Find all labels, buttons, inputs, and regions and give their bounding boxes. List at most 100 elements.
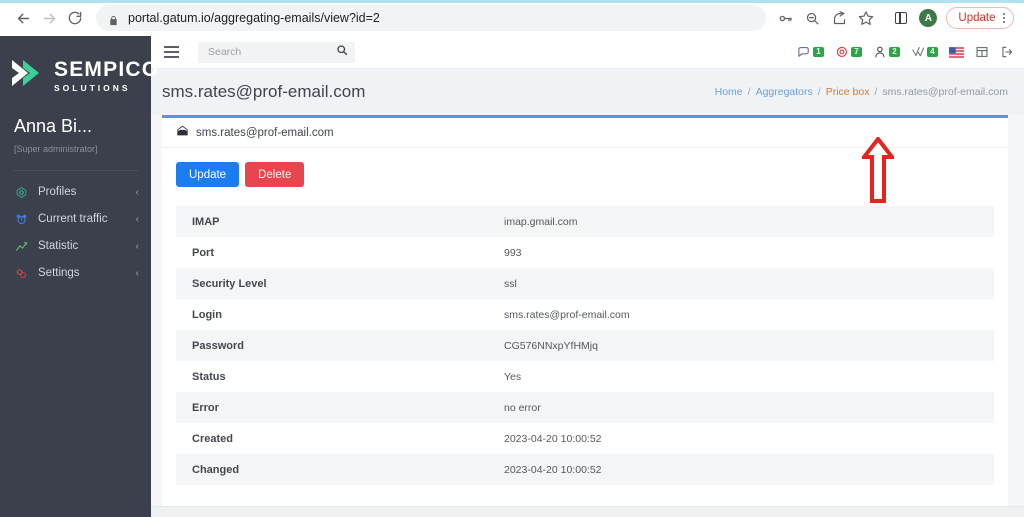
user-name: Anna Bi...: [14, 116, 93, 136]
breadcrumb-item-current: sms.rates@prof-email.com: [882, 86, 1008, 98]
row-label: Password: [192, 339, 244, 352]
chevron-left-icon: ‹: [135, 240, 139, 252]
brand-tagline: SOLUTIONS: [54, 83, 131, 94]
row-label: Login: [192, 308, 222, 321]
user-icon[interactable]: 2: [873, 45, 900, 60]
card-body: Update Delete IMAP imap.gmail.com Port 9…: [162, 148, 1008, 517]
row-label: Status: [192, 370, 226, 383]
lock-icon: [108, 13, 119, 25]
sidebar-item-label: Current traffic: [38, 213, 108, 226]
table-row: Login sms.rates@prof-email.com: [176, 299, 994, 330]
kebab-menu-icon[interactable]: [1000, 12, 1009, 24]
brand-name: SEMPICO: [54, 58, 160, 82]
table-row: IMAP imap.gmail.com: [176, 206, 994, 237]
check-badge: 4: [927, 46, 938, 58]
chevron-logo-icon: [6, 53, 48, 100]
breadcrumb-item-home[interactable]: Home: [715, 86, 743, 98]
card-header: sms.rates@prof-email.com: [162, 118, 1008, 148]
key-icon[interactable]: [772, 5, 798, 31]
browser-forward-button[interactable]: [36, 5, 62, 31]
breadcrumb-separator: /: [817, 86, 821, 98]
user-role: [Super administrator]: [14, 143, 98, 154]
zoom-out-icon[interactable]: [799, 5, 825, 31]
page-title: sms.rates@prof-email.com: [162, 82, 366, 101]
table-row: Changed 2023-04-20 10:00:52: [176, 454, 994, 485]
profiles-icon: [14, 185, 28, 199]
chat-badge: 1: [813, 46, 824, 58]
browser-back-button[interactable]: [10, 5, 36, 31]
breadcrumb-item-aggregators[interactable]: Aggregators: [756, 86, 813, 98]
row-value: 2023-04-20 10:00:52: [504, 463, 602, 476]
user-badge: 2: [889, 46, 900, 58]
address-bar[interactable]: portal.gatum.io/aggregating-emails/view?…: [96, 5, 767, 31]
chevron-left-icon: ‹: [135, 267, 139, 279]
avatar-initial: A: [919, 9, 938, 27]
row-label: Created: [192, 432, 233, 445]
row-value: sms.rates@prof-email.com: [504, 308, 630, 321]
row-label: IMAP: [192, 215, 220, 228]
action-buttons: Update Delete: [176, 162, 994, 187]
row-label: Port: [192, 246, 214, 259]
horizontal-scrollbar[interactable]: [151, 506, 1024, 517]
side-panel-icon[interactable]: [888, 5, 914, 31]
top-toolbar: 1 7 2 4: [151, 36, 1024, 69]
chevron-left-icon: ‹: [135, 213, 139, 225]
share-icon[interactable]: [826, 5, 852, 31]
breadcrumb: Home / Aggregators / Price box / sms.rat…: [715, 86, 1008, 98]
sidebar-item-statistic[interactable]: Statistic ‹: [0, 233, 151, 260]
sidebar-item-profiles[interactable]: Profiles ‹: [0, 179, 151, 206]
search-input[interactable]: [208, 46, 336, 58]
application-window: SEMPICO SOLUTIONS Anna Bi... [Super admi…: [0, 36, 1024, 517]
browser-reload-button[interactable]: [62, 5, 88, 31]
sidebar: SEMPICO SOLUTIONS Anna Bi... [Super admi…: [0, 36, 158, 517]
alert-badge: 7: [851, 46, 862, 58]
hamburger-icon[interactable]: [164, 46, 179, 58]
row-label: Security Level: [192, 277, 267, 290]
update-button[interactable]: Update: [176, 162, 240, 187]
flag-us-icon[interactable]: [949, 46, 964, 58]
delete-button[interactable]: Delete: [245, 162, 305, 187]
brand-logo[interactable]: SEMPICO SOLUTIONS: [0, 36, 158, 100]
sidebar-item-label: Settings: [38, 267, 80, 280]
user-profile[interactable]: Anna Bi... [Super administrator]: [0, 98, 151, 154]
page-header: sms.rates@prof-email.com Home / Aggregat…: [151, 69, 1024, 115]
row-value: imap.gmail.com: [504, 215, 578, 228]
breadcrumb-separator: /: [874, 86, 878, 98]
sidebar-item-label: Statistic: [38, 240, 79, 253]
star-icon[interactable]: [853, 5, 879, 31]
sidebar-navigation: Profiles ‹ Current traffic ‹ Statistic ‹: [0, 171, 151, 287]
table-row: Created 2023-04-20 10:00:52: [176, 423, 994, 454]
sidebar-item-label: Profiles: [38, 186, 77, 199]
chat-icon[interactable]: 1: [797, 45, 824, 60]
row-value: Yes: [504, 370, 522, 383]
search-box[interactable]: [198, 41, 355, 63]
row-value: no error: [504, 401, 541, 414]
row-value: CG576NNxpYfHMjq: [504, 339, 598, 352]
detail-table: IMAP imap.gmail.com Port 993 Security Le…: [176, 206, 994, 485]
content-area: sms.rates@prof-email.com Update Delete I…: [151, 115, 1024, 517]
table-row: Port 993: [176, 237, 994, 268]
traffic-icon: [14, 212, 28, 226]
chevron-left-icon: ‹: [135, 186, 139, 198]
alert-icon[interactable]: 7: [835, 45, 862, 60]
row-value: ssl: [504, 277, 517, 290]
row-value: 2023-04-20 10:00:52: [504, 432, 602, 445]
breadcrumb-item-price-box[interactable]: Price box: [826, 86, 870, 98]
search-icon[interactable]: [336, 43, 348, 61]
check-icon[interactable]: 4: [911, 45, 938, 60]
table-row: Status Yes: [176, 361, 994, 392]
grid-icon[interactable]: [975, 45, 989, 59]
row-label: Changed: [192, 463, 240, 476]
logout-icon[interactable]: [1000, 45, 1014, 59]
avatar[interactable]: A: [915, 5, 941, 31]
sidebar-item-current-traffic[interactable]: Current traffic ‹: [0, 206, 151, 233]
detail-card: sms.rates@prof-email.com Update Delete I…: [162, 115, 1008, 517]
row-value: 993: [504, 246, 522, 259]
card-header-title: sms.rates@prof-email.com: [196, 126, 334, 139]
table-row: Password CG576NNxpYfHMjq: [176, 330, 994, 361]
envelope-icon: [176, 124, 189, 142]
breadcrumb-separator: /: [747, 86, 751, 98]
browser-chrome: portal.gatum.io/aggregating-emails/view?…: [0, 0, 1024, 36]
update-browser-button[interactable]: Update: [946, 7, 1014, 29]
sidebar-item-settings[interactable]: Settings ‹: [0, 260, 151, 287]
